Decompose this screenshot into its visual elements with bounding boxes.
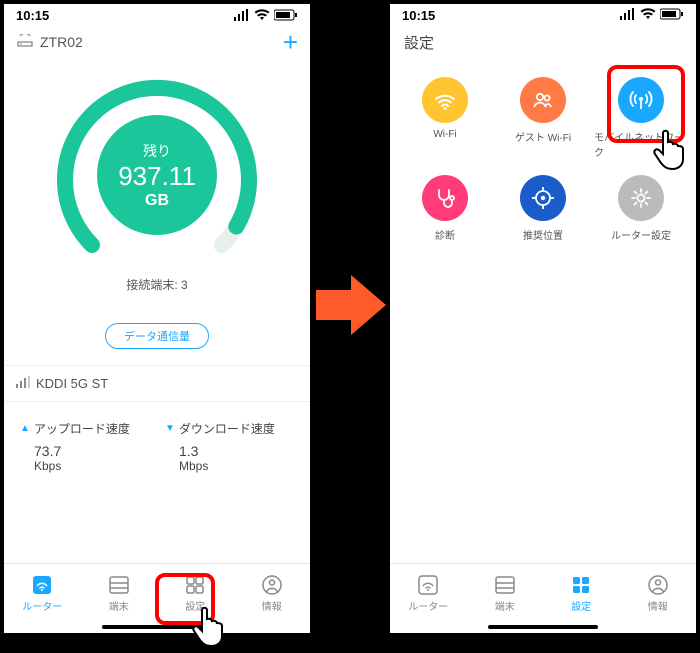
triangle-up-icon: ▲: [20, 423, 30, 434]
battery-icon: [274, 9, 298, 21]
stethoscope-icon: [422, 175, 468, 221]
status-icons: [620, 8, 684, 23]
wifi-icon: [640, 8, 656, 23]
phone-right: 10:15 設定 Wi-Fi ゲスト Wi-Fi モバイルネットワーク 診断 推…: [390, 4, 696, 633]
page-title: 設定: [390, 26, 696, 57]
header-left: ZTR02 +: [4, 26, 310, 58]
tab-devices[interactable]: 端末: [467, 564, 544, 623]
tab-info[interactable]: 情報: [234, 564, 311, 623]
status-bar: 10:15: [4, 4, 310, 26]
grid-icon: [184, 574, 206, 596]
upload-speed: ▲アップロード速度 73.7 Kbps: [12, 420, 157, 473]
battery-icon: [660, 8, 684, 23]
signal-icon: [234, 9, 250, 21]
download-speed: ▼ダウンロード速度 1.3 Mbps: [157, 420, 302, 473]
gauge-label: 残り: [143, 141, 171, 161]
signal-icon: [16, 376, 30, 391]
gear-icon: [618, 175, 664, 221]
signal-icon: [620, 8, 636, 23]
settings-wifi[interactable]: Wi-Fi: [398, 77, 492, 159]
status-time: 10:15: [16, 8, 234, 23]
status-bar: 10:15: [390, 4, 696, 26]
data-usage-button[interactable]: データ通信量: [105, 323, 209, 349]
grid-icon: [570, 574, 592, 596]
tab-router[interactable]: ルーター: [4, 564, 81, 623]
tabbar-left: ルーター 端末 設定 情報: [4, 563, 310, 623]
tab-info[interactable]: 情報: [620, 564, 697, 623]
phone-left: 10:15 ZTR02 + 残り 937.11 GB 接続端末: 3 デ: [4, 4, 310, 633]
wifi-icon: [254, 9, 270, 21]
target-icon: [520, 175, 566, 221]
settings-diagnostics[interactable]: 診断: [398, 175, 492, 242]
carrier-text: KDDI 5G ST: [36, 376, 108, 391]
gauge-center: 残り 937.11 GB: [97, 115, 217, 235]
wifi-icon: [422, 77, 468, 123]
home-indicator[interactable]: [488, 625, 598, 629]
status-icons: [234, 9, 298, 21]
device-name: ZTR02: [40, 34, 83, 50]
user-circle-icon: [647, 574, 669, 596]
pointing-hand-icon: [653, 125, 699, 171]
add-button[interactable]: +: [283, 27, 298, 58]
wifi-square-icon: [31, 574, 53, 596]
status-time: 10:15: [402, 8, 620, 23]
tab-settings[interactable]: 設定: [543, 564, 620, 623]
carrier-bar[interactable]: KDDI 5G ST: [4, 365, 310, 402]
speeds: ▲アップロード速度 73.7 Kbps ▼ダウンロード速度 1.3 Mbps: [4, 402, 310, 481]
gauge-unit: GB: [145, 192, 169, 210]
triangle-down-icon: ▼: [165, 423, 175, 434]
devices-icon: [108, 574, 130, 596]
users-icon: [520, 77, 566, 123]
devices-icon: [494, 574, 516, 596]
tab-devices[interactable]: 端末: [81, 564, 158, 623]
settings-grid: Wi-Fi ゲスト Wi-Fi モバイルネットワーク 診断 推奨位置 ルーター設…: [390, 57, 696, 262]
settings-guest-wifi[interactable]: ゲスト Wi-Fi: [496, 77, 590, 159]
router-icon: [16, 34, 34, 51]
settings-router-settings[interactable]: ルーター設定: [594, 175, 688, 242]
tab-router[interactable]: ルーター: [390, 564, 467, 623]
tabbar-right: ルーター 端末 設定 情報: [390, 563, 696, 623]
user-circle-icon: [261, 574, 283, 596]
gauge: 残り 937.11 GB: [4, 60, 310, 290]
arrow-right-icon: [316, 270, 386, 340]
antenna-icon: [618, 77, 664, 123]
settings-recommended-location[interactable]: 推奨位置: [496, 175, 590, 242]
gauge-value: 937.11: [118, 161, 196, 192]
pointing-hand-icon: [192, 602, 238, 648]
wifi-square-icon: [417, 574, 439, 596]
